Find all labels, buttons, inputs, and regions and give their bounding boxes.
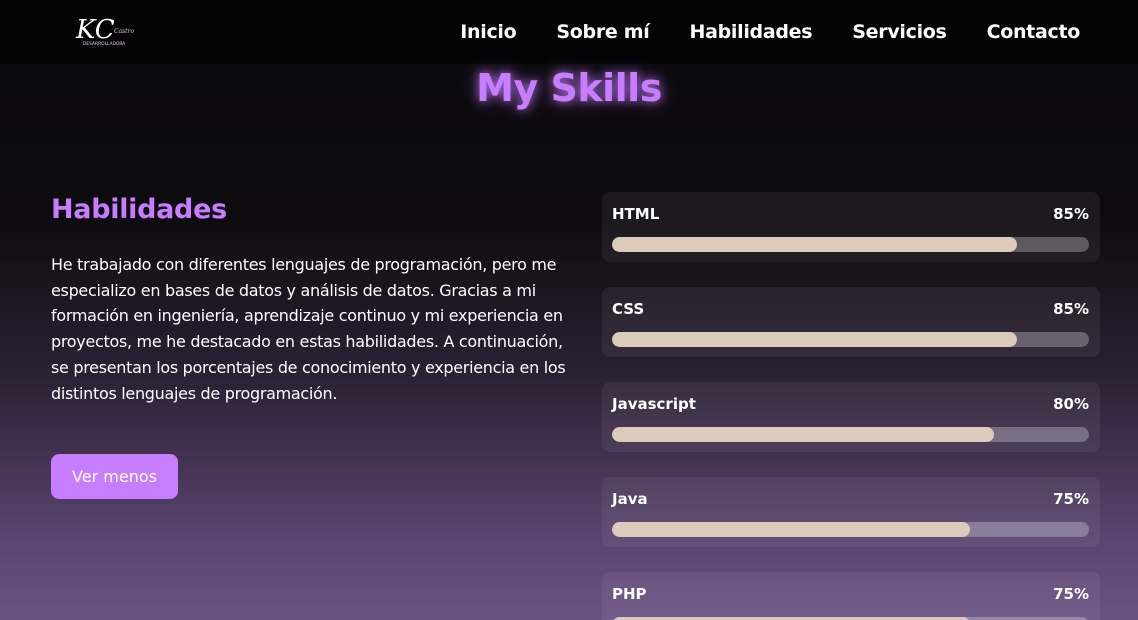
skill-name: Javascript	[612, 395, 696, 413]
skill-percent: 75%	[1053, 585, 1089, 603]
skill-progress-track	[612, 332, 1089, 347]
logo[interactable]: KC Castro DESARROLLADORA	[70, 8, 140, 54]
skill-name: HTML	[612, 205, 660, 223]
skill-percent: 75%	[1053, 490, 1089, 508]
navbar: KC Castro DESARROLLADORA Inicio Sobre mí…	[0, 0, 1138, 64]
main-nav: Inicio Sobre mí Habilidades Servicios Co…	[460, 0, 1080, 64]
skill-percent: 85%	[1053, 205, 1089, 223]
logo-subtitle: DESARROLLADORA	[83, 41, 125, 47]
skills-description: He trabajado con diferentes lenguajes de…	[51, 255, 566, 403]
skill-progress-fill	[612, 237, 1018, 252]
skill-card-java: Java 75%	[602, 477, 1100, 547]
skill-name: CSS	[612, 300, 645, 318]
skill-percent: 85%	[1053, 300, 1089, 318]
nav-link-servicios[interactable]: Servicios	[852, 21, 947, 43]
skill-progress-track	[612, 522, 1089, 537]
logo-monogram: KC	[75, 15, 115, 45]
ver-menos-button[interactable]: Ver menos	[51, 454, 178, 499]
logo-mark: KC Castro DESARROLLADORA	[75, 15, 135, 47]
skill-percent: 80%	[1053, 395, 1089, 413]
skill-progress-fill	[612, 332, 1018, 347]
nav-link-inicio[interactable]: Inicio	[460, 21, 516, 43]
page-title: My Skills	[476, 66, 662, 110]
nav-link-contacto[interactable]: Contacto	[987, 21, 1081, 43]
skill-progress-fill	[612, 427, 994, 442]
skill-progress-track	[612, 237, 1089, 252]
logo-script: Castro	[114, 28, 135, 35]
skill-progress-fill	[612, 522, 970, 537]
skill-card-css: CSS 85%	[602, 287, 1100, 357]
skill-card-javascript: Javascript 80%	[602, 382, 1100, 452]
skills-intro: Habilidades He trabajado con diferentes …	[51, 194, 571, 406]
skill-name: Java	[612, 490, 648, 508]
skill-card-html: HTML 85%	[602, 192, 1100, 262]
skill-card-php: PHP 75%	[602, 572, 1100, 620]
skill-name: PHP	[612, 585, 647, 603]
nav-link-sobre-mi[interactable]: Sobre mí	[556, 21, 649, 43]
section-heading: Habilidades	[51, 194, 227, 225]
skill-progress-track	[612, 427, 1089, 442]
nav-link-habilidades[interactable]: Habilidades	[690, 21, 813, 43]
